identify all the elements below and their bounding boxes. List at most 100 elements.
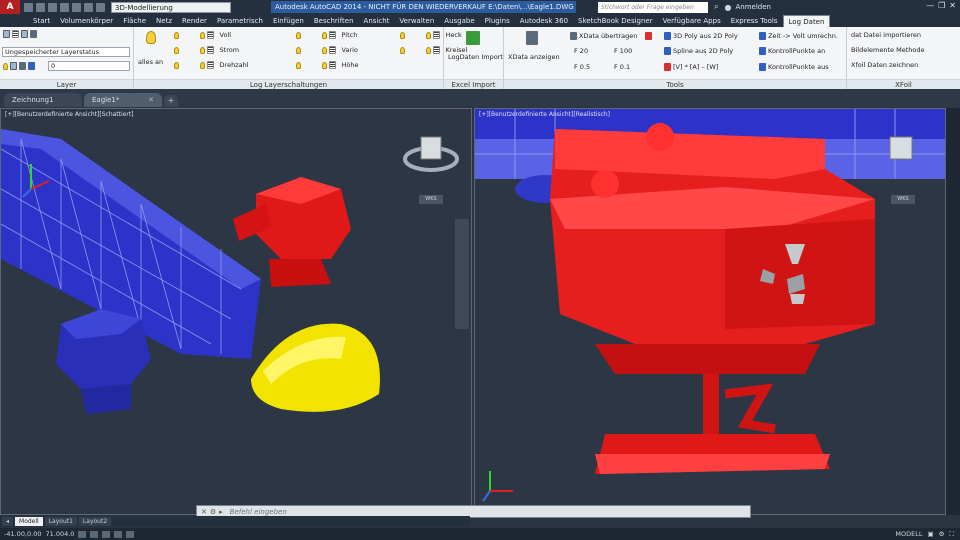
autocad-logo-icon[interactable]: A — [0, 0, 20, 14]
signin-link[interactable]: Anmelden — [735, 3, 770, 11]
ribbon-tab-autodesk-360[interactable]: Autodesk 360 — [515, 15, 573, 27]
user-icon[interactable]: ● — [724, 3, 731, 12]
wave-icon[interactable] — [645, 32, 652, 40]
nav-prev-icon[interactable]: ◂ — [2, 517, 14, 526]
ribbon-tab-ausgabe[interactable]: Ausgabe — [439, 15, 479, 27]
log-layer-pitch-button[interactable]: Pitch — [296, 31, 357, 39]
log-layer-h-he-button[interactable]: Höhe — [296, 61, 359, 69]
viewport-right-label[interactable]: [+][Benutzerdefinierte Ansicht][Realisti… — [479, 111, 610, 118]
settings-icon[interactable]: ⚙ — [210, 508, 216, 516]
fullscreen-icon[interactable]: ⛶ — [949, 530, 954, 539]
xdata-anzeigen-button[interactable]: XData anzeigen — [508, 53, 560, 61]
new-tab-icon[interactable]: + — [164, 95, 178, 107]
search-icon[interactable]: ⌕ — [714, 2, 718, 12]
zeit-volt-button[interactable]: Zeit -> Volt umrechn. — [759, 32, 838, 40]
model-space-label[interactable]: MODELL — [895, 530, 922, 539]
command-input[interactable]: Befehl eingeben — [230, 508, 287, 516]
poly-button[interactable]: 3D Poly aus 2D Poly — [664, 32, 738, 40]
log-layer-vario-button[interactable]: Vario — [296, 46, 358, 54]
grid-icon[interactable] — [90, 530, 99, 538]
f01-button[interactable]: F 0.1 — [614, 63, 630, 71]
snap-icon[interactable] — [78, 530, 87, 538]
kontrollpunkte-aus-button[interactable]: KontrollPunkte aus — [759, 63, 829, 71]
layer-properties-icon[interactable] — [3, 30, 37, 38]
workspace-select[interactable]: 3D-Modellierung — [111, 1, 231, 13]
app-title: Autodesk AutoCAD 2014 - NICHT FÜR DEN WI… — [271, 1, 576, 13]
workspace-switch-icon[interactable]: ⚙ — [939, 530, 945, 539]
xfoil-item-1[interactable]: Bildelemente Methode — [851, 46, 924, 54]
vaw-label: [V] * [A] – [W] — [673, 63, 719, 71]
save-as-icon[interactable] — [60, 2, 69, 12]
vaw-button[interactable]: [V] * [A] – [W] — [664, 63, 718, 71]
kontrollpunkte-an-button[interactable]: KontrollPunkte an — [759, 47, 825, 55]
ribbon-tab-start[interactable]: Start — [28, 15, 55, 27]
close-command-icon[interactable]: ✕ — [201, 508, 207, 516]
ribbon-tab-verf-gbare-apps[interactable]: Verfügbare Apps — [658, 15, 726, 27]
ribbon-tab-render[interactable]: Render — [177, 15, 212, 27]
wcs-menu-right[interactable]: WKS — [891, 195, 915, 204]
excel-icon[interactable] — [466, 31, 480, 45]
polar-icon[interactable] — [114, 530, 123, 538]
log-layer-label: Voll — [219, 31, 232, 39]
current-layer-select[interactable]: 0 — [48, 61, 130, 71]
vertical-scrollbar[interactable] — [946, 108, 960, 515]
undo-icon[interactable] — [84, 2, 93, 12]
xdata-uebertragen-button[interactable]: XData übertragen — [570, 32, 637, 40]
log-layer-voll-button[interactable]: Voll — [174, 31, 231, 39]
minimize-icon[interactable]: — — [926, 1, 934, 10]
ribbon-tab-netz[interactable]: Netz — [151, 15, 177, 27]
xfoil-item-2[interactable]: Xfoil Daten zeichnen — [851, 61, 918, 69]
viewport-left-label[interactable]: [+][Benutzerdefinierte Ansicht][Schattie… — [5, 111, 134, 118]
yellow-pod-model — [251, 323, 380, 412]
alles-an-button[interactable]: alles an — [138, 31, 163, 66]
ribbon-tab-parametrisch[interactable]: Parametrisch — [212, 15, 268, 27]
ribbon-tab-verwalten[interactable]: Verwalten — [394, 15, 439, 27]
xfoil-item-0[interactable]: dat Datei importieren — [851, 31, 921, 39]
viewport-right[interactable]: [+][Benutzerdefinierte Ansicht][Realisti… — [474, 108, 946, 515]
ribbon-tab-fl-che[interactable]: Fläche — [118, 15, 151, 27]
doc-tab-zeichnung1[interactable]: Zeichnung1 — [4, 93, 82, 107]
excel-panel-title: Excel Import — [444, 79, 503, 89]
close-tab-icon[interactable]: ✕ — [148, 93, 154, 107]
search-input[interactable]: Stichwort oder Frage eingeben — [598, 1, 708, 13]
spline-button[interactable]: Spline aus 2D Poly — [664, 47, 733, 55]
viewport-left[interactable]: [+][Benutzerdefinierte Ansicht][Schattie… — [0, 108, 472, 515]
bulb-icon — [425, 46, 431, 54]
ribbon-tab-einf-gen[interactable]: Einfügen — [268, 15, 309, 27]
ribbon-tab-sketchbook-designer[interactable]: SketchBook Designer — [573, 15, 658, 27]
f20-button[interactable]: F 20 — [574, 47, 588, 55]
list-icon — [328, 31, 336, 39]
ribbon-tab-express-tools[interactable]: Express Tools — [726, 15, 783, 27]
ribbon-tab-ansicht[interactable]: Ansicht — [359, 15, 395, 27]
ribbon-tab-beschriften[interactable]: Beschriften — [309, 15, 359, 27]
f100-button[interactable]: F 100 — [614, 47, 632, 55]
plot-icon[interactable] — [72, 2, 81, 12]
close-icon[interactable]: ✕ — [949, 1, 956, 10]
ribbon-tab-plugins[interactable]: Plugins — [480, 15, 515, 27]
xdata-icon[interactable] — [526, 31, 538, 45]
tab-layout2[interactable]: Layout2 — [78, 517, 112, 526]
navigation-bar-left[interactable] — [455, 219, 469, 329]
poly-label: 3D Poly aus 2D Poly — [673, 32, 738, 40]
osnap-icon[interactable] — [126, 530, 135, 538]
wcs-menu-left[interactable]: WKS — [419, 195, 443, 204]
annotation-scale-icon[interactable]: ▣ — [927, 530, 933, 539]
ribbon-tab-log-daten[interactable]: Log Daten — [782, 15, 831, 27]
command-history-icon[interactable]: ▸ — [219, 508, 223, 516]
doc-tab-eagle1[interactable]: Eagle1* ✕ — [84, 93, 162, 107]
new-icon[interactable] — [24, 2, 33, 12]
logdaten-import-button[interactable]: LogDaten Import — [448, 53, 503, 61]
open-icon[interactable] — [36, 2, 45, 12]
save-icon[interactable] — [48, 2, 57, 12]
tab-modell[interactable]: Modell — [15, 517, 43, 526]
ribbon-tab-volumenk-rper[interactable]: Volumenkörper — [55, 15, 118, 27]
redo-icon[interactable] — [96, 2, 105, 12]
bulb-icon — [199, 61, 205, 69]
ortho-icon[interactable] — [102, 530, 111, 538]
layer-state-select[interactable]: Ungespeicherter Layerstatus — [2, 47, 130, 57]
log-layer-strom-button[interactable]: Strom — [174, 46, 239, 54]
tab-layout1[interactable]: Layout1 — [44, 517, 77, 526]
log-layer-drehzahl-button[interactable]: Drehzahl — [174, 61, 249, 69]
f05-button[interactable]: F 0.5 — [574, 63, 590, 71]
restore-icon[interactable]: ❐ — [938, 1, 945, 10]
